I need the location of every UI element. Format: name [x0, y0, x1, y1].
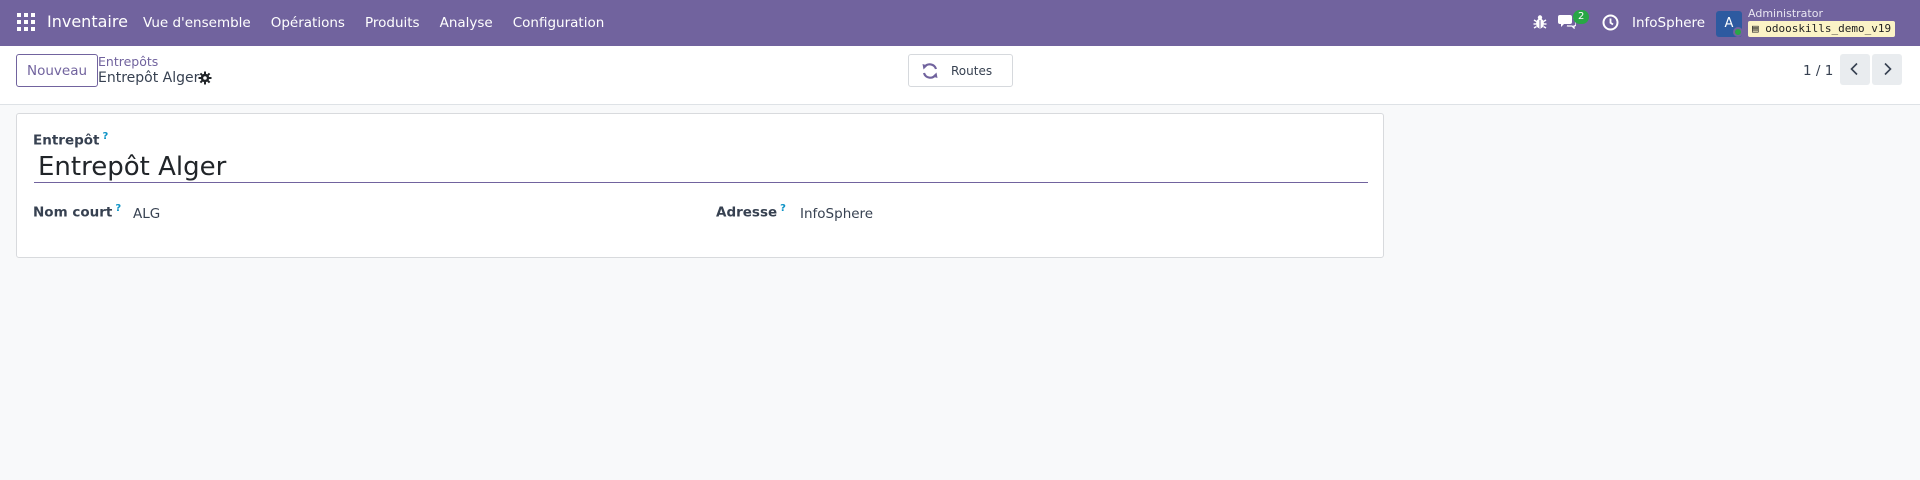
bug-icon[interactable]: [1533, 14, 1547, 30]
database-name: odooskills_demo_v19: [1765, 22, 1892, 35]
control-panel: Nouveau Entrepôts Entrepôt Alger Routes …: [0, 46, 1920, 105]
online-status-dot: [1733, 27, 1743, 37]
gear-icon[interactable]: [198, 71, 212, 85]
database-icon: ▤: [1752, 22, 1759, 35]
record-title: Entrepôt Alger: [98, 70, 200, 86]
form-sheet: Entrepôt? Nom court? ALG Adresse? InfoSp…: [16, 113, 1384, 258]
pager-next-button[interactable]: [1872, 54, 1902, 85]
top-navbar: Inventaire Vue d'ensemble Opérations Pro…: [0, 0, 1920, 46]
warehouse-label-text: Entrepôt: [33, 132, 100, 149]
routes-label: Routes: [951, 64, 993, 78]
routes-button[interactable]: Routes: [908, 54, 1013, 87]
menu-item-overview[interactable]: Vue d'ensemble: [143, 15, 251, 31]
main-menu: Vue d'ensemble Opérations Produits Analy…: [143, 15, 624, 31]
breadcrumb-warehouses[interactable]: Entrepôts: [98, 54, 158, 69]
database-badge: ▤ odooskills_demo_v19: [1748, 21, 1896, 37]
menu-item-products[interactable]: Produits: [365, 15, 420, 31]
short-name-label: Nom court?: [33, 203, 121, 221]
help-tooltip-icon[interactable]: ?: [780, 203, 786, 214]
address-label: Adresse?: [716, 203, 786, 221]
menu-item-configuration[interactable]: Configuration: [513, 15, 605, 31]
pager-previous-button[interactable]: [1840, 54, 1870, 85]
address-label-text: Adresse: [716, 204, 778, 221]
warehouse-label: Entrepôt?: [33, 131, 108, 149]
chat-count-badge: 2: [1573, 10, 1590, 24]
address-field[interactable]: InfoSphere: [800, 206, 873, 222]
menu-item-operations[interactable]: Opérations: [271, 15, 345, 31]
chevron-left-icon: [1850, 62, 1858, 76]
refresh-icon: [922, 63, 938, 79]
chevron-right-icon: [1884, 62, 1892, 76]
company-switcher[interactable]: InfoSphere: [1632, 15, 1705, 31]
pager-value[interactable]: 1 / 1: [1803, 63, 1833, 79]
help-tooltip-icon[interactable]: ?: [115, 203, 121, 214]
short-name-field[interactable]: ALG: [133, 206, 160, 222]
user-name[interactable]: Administrator: [1748, 7, 1823, 20]
new-button[interactable]: Nouveau: [16, 54, 99, 87]
clock-icon[interactable]: [1602, 14, 1619, 31]
menu-item-analysis[interactable]: Analyse: [440, 15, 493, 31]
short-name-label-text: Nom court: [33, 204, 113, 221]
help-tooltip-icon[interactable]: ?: [103, 131, 109, 142]
app-brand[interactable]: Inventaire: [47, 12, 128, 31]
apps-grid-icon[interactable]: [17, 13, 35, 31]
warehouse-name-input[interactable]: [34, 152, 1368, 183]
